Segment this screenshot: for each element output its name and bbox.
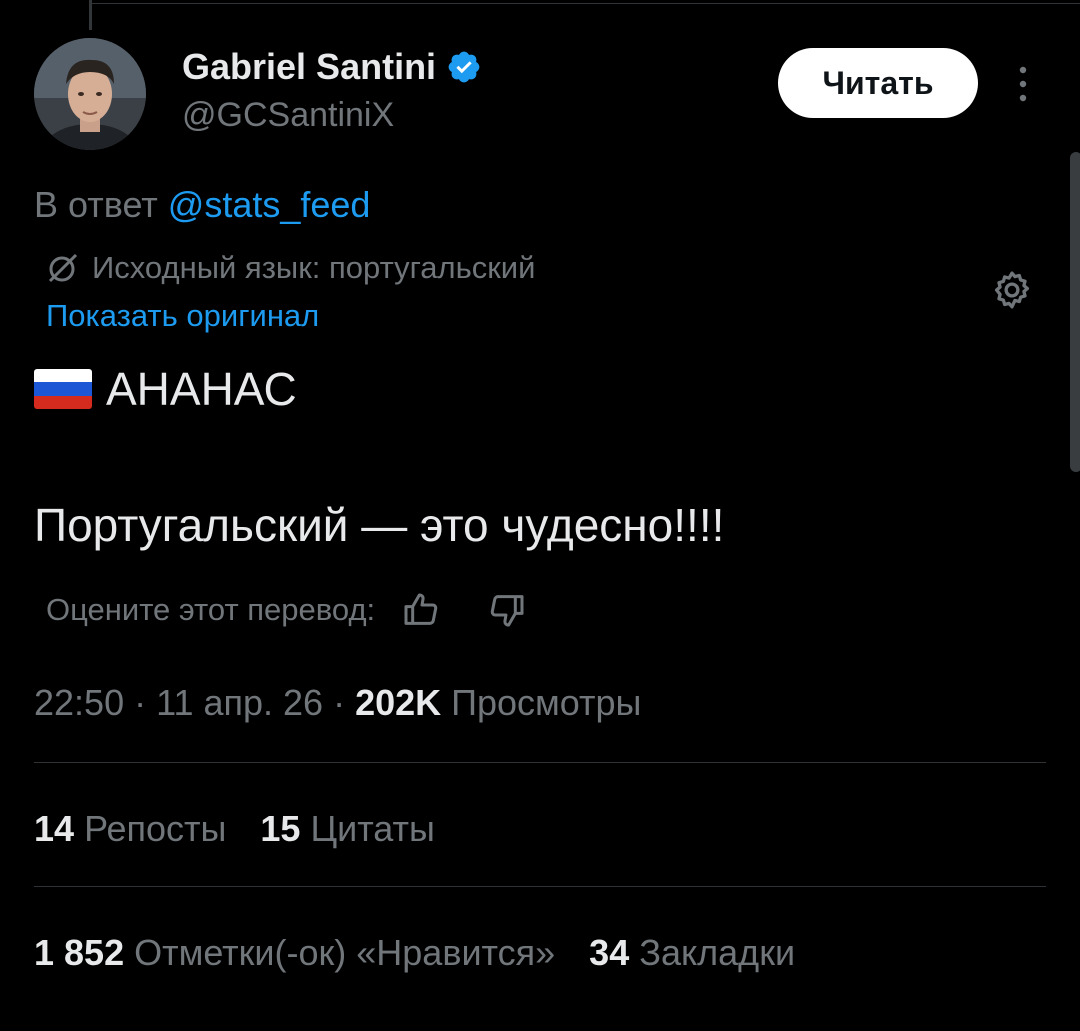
tweet-text-line-1: АНАНАС: [34, 362, 297, 416]
tweet-date[interactable]: 11 апр. 26: [156, 682, 323, 723]
reply-prefix: В ответ: [34, 184, 158, 225]
author-name-text: Gabriel Santini: [182, 46, 437, 87]
rate-translation: Оцените этот перевод:: [46, 590, 527, 630]
avatar[interactable]: [34, 38, 146, 150]
thumbs-up-icon[interactable]: [401, 590, 441, 630]
russia-flag-icon: [34, 369, 92, 409]
avatar-portrait-icon: [34, 38, 146, 150]
reposts-stat[interactable]: 14 Репосты: [34, 808, 226, 849]
engagement-row-1: 14 Репосты 15 Цитаты: [34, 808, 469, 850]
likes-label: Отметки(-ок) «Нравится»: [134, 932, 556, 973]
reposts-count: 14: [34, 808, 75, 849]
author-display-name[interactable]: Gabriel Santini: [182, 46, 482, 88]
quotes-label: Цитаты: [310, 808, 435, 849]
quotes-stat[interactable]: 15 Цитаты: [260, 808, 434, 849]
reply-mention-link[interactable]: @stats_feed: [168, 184, 371, 225]
more-options-icon[interactable]: [1008, 62, 1038, 106]
source-language-text: Исходный язык: португальский: [92, 250, 536, 285]
bookmarks-count: 34: [589, 932, 630, 973]
thumbs-down-icon[interactable]: [487, 590, 527, 630]
author-handle[interactable]: @GCSantiniX: [182, 96, 394, 135]
reply-context: В ответ @stats_feed: [34, 184, 370, 226]
bookmarks-label: Закладки: [639, 932, 796, 973]
translate-icon: [48, 253, 78, 283]
reposts-label: Репосты: [84, 808, 227, 849]
likes-stat[interactable]: 1 852 Отметки(-ок) «Нравится»: [34, 932, 555, 973]
tweet-text-line-1-text: АНАНАС: [106, 363, 297, 415]
follow-button[interactable]: Читать: [778, 48, 978, 118]
likes-count: 1 852: [34, 932, 125, 973]
show-original-link[interactable]: Показать оригинал: [46, 298, 319, 334]
engagement-row-2: 1 852 Отметки(-ок) «Нравится» 34 Закладки: [34, 932, 829, 974]
source-language-note: Исходный язык: португальский: [46, 250, 535, 286]
tweet-time[interactable]: 22:50: [34, 682, 124, 723]
verified-badge-icon: [448, 51, 480, 83]
tweet-text-line-2: Португальский — это чудесно!!!!: [34, 499, 725, 551]
bookmarks-stat[interactable]: 34 Закладки: [589, 932, 795, 973]
quotes-count: 15: [260, 808, 301, 849]
views-count: 202K: [355, 682, 442, 723]
views-label: Просмотры: [451, 682, 642, 723]
divider: [34, 886, 1046, 887]
rate-translation-prompt: Оцените этот перевод:: [46, 592, 376, 627]
thread-connector-line: [89, 0, 92, 30]
settings-gear-icon[interactable]: [990, 268, 1034, 312]
divider: [34, 762, 1046, 763]
top-divider: [89, 3, 1080, 4]
scrollbar[interactable]: [1070, 152, 1080, 472]
tweet-meta: 22:50 · 11 апр. 26 · 202K Просмотры: [34, 682, 642, 723]
